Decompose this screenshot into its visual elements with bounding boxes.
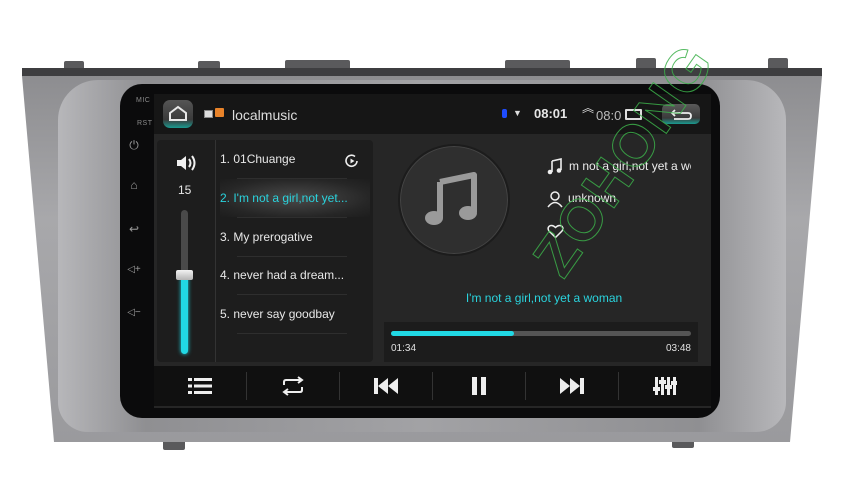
home-icon[interactable]: ⌂ — [126, 178, 142, 192]
playlist-item[interactable]: 5. never say goodbay — [220, 295, 370, 333]
equalizer-icon — [653, 377, 677, 395]
volume-down-icon[interactable]: ◁− — [124, 307, 144, 318]
album-art — [398, 144, 510, 256]
back-icon[interactable]: ↩ — [126, 222, 142, 236]
notification-icon — [204, 110, 213, 118]
app-badge-icon — [215, 108, 224, 117]
song-title-icon — [547, 158, 562, 175]
power-icon[interactable]: ⏻ — [126, 138, 142, 153]
playlist-item-active[interactable]: 2. I'm not a girl,not yet... — [220, 179, 370, 217]
previous-button[interactable] — [340, 366, 432, 406]
list-icon — [188, 378, 212, 394]
home-icon — [169, 105, 187, 121]
progress-panel: 01:34 03:48 — [384, 322, 698, 362]
song-label: 5. never say goodbay — [220, 307, 335, 321]
mount-tab — [768, 58, 788, 68]
playback-controls — [154, 366, 711, 406]
current-lyric: I'm not a girl,not yet a woman — [465, 291, 623, 305]
volume-slider[interactable] — [181, 210, 188, 354]
playlist-item[interactable]: 3. My prerogative — [220, 218, 370, 256]
song-label: 4. never had a dream... — [220, 268, 345, 282]
song-label: 3. My prerogative — [220, 230, 313, 244]
progress-fill — [391, 331, 514, 336]
progress-slider[interactable] — [391, 331, 691, 336]
playlist-panel: 15 1. 01Chuange 2. I'm not a girl,not ye… — [157, 140, 373, 362]
pause-button[interactable] — [433, 366, 525, 406]
pause-icon — [472, 377, 486, 395]
next-button[interactable] — [526, 366, 618, 406]
rst-label[interactable]: RST — [137, 120, 153, 127]
mic-label: MIC — [136, 97, 151, 104]
playlist-item[interactable]: 4. never had a dream... — [220, 256, 370, 294]
chevron-up-icon[interactable]: ︽ — [582, 102, 594, 114]
previous-icon — [374, 378, 398, 394]
music-note-icon — [425, 172, 477, 225]
elapsed-time: 01:34 — [391, 343, 417, 354]
play-mode-icon[interactable] — [344, 153, 360, 169]
app-title: localmusic — [232, 107, 298, 123]
playlist-button[interactable] — [154, 366, 246, 406]
volume-slider-fill — [181, 275, 188, 354]
volume-slider-thumb[interactable] — [176, 270, 193, 280]
song-label: 1. 01Chuange — [220, 152, 296, 166]
divider — [237, 333, 347, 334]
equalizer-button[interactable] — [619, 366, 711, 406]
repeat-icon — [282, 376, 304, 396]
bluetooth-icon — [502, 109, 507, 118]
volume-icon[interactable] — [176, 154, 198, 172]
clock: 08:01 — [534, 106, 568, 121]
volume-level: 15 — [178, 183, 192, 197]
next-icon — [560, 378, 584, 394]
total-duration: 03:48 — [665, 343, 691, 354]
wifi-icon: ▼ — [513, 108, 522, 118]
volume-up-icon[interactable]: ◁+ — [124, 264, 144, 275]
volume-column: 15 — [157, 140, 216, 362]
song-label: 2. I'm not a girl,not yet... — [220, 191, 348, 205]
home-button[interactable] — [163, 100, 193, 128]
repeat-button[interactable] — [247, 366, 339, 406]
